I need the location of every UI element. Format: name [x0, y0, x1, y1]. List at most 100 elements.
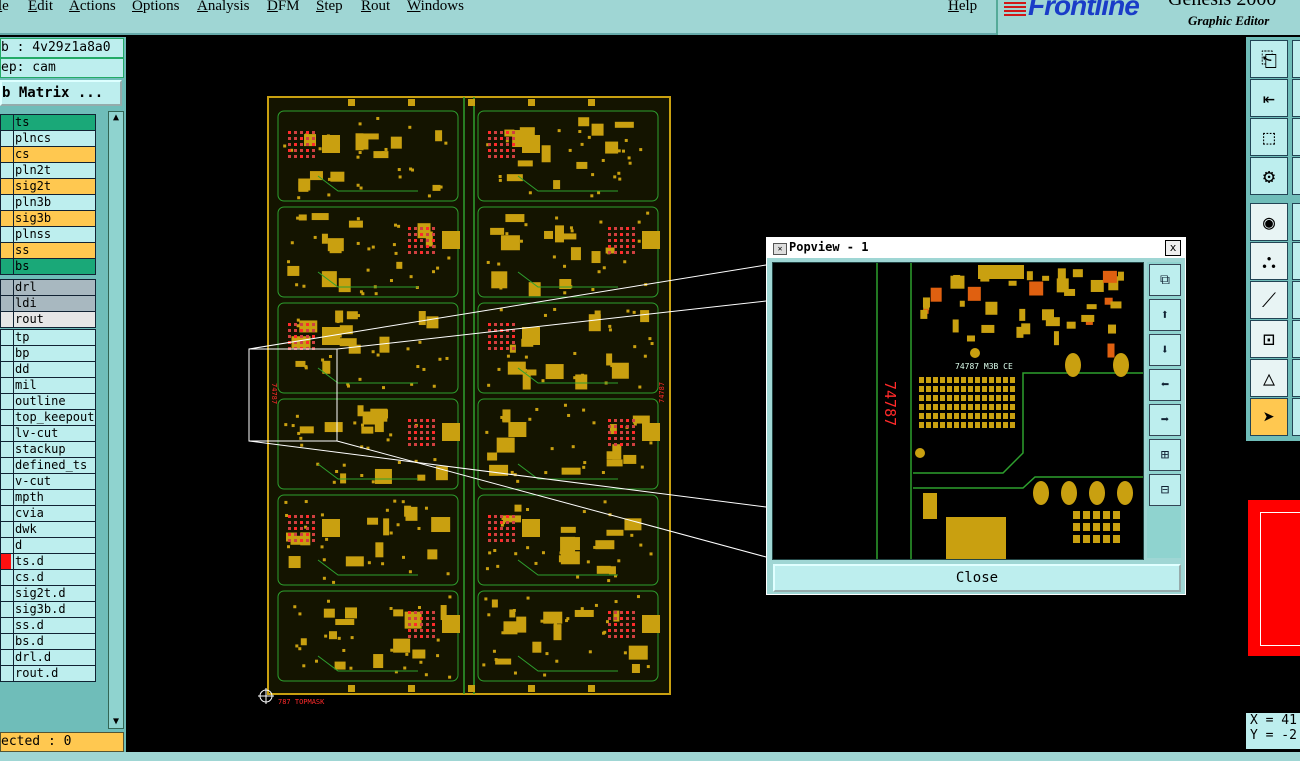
scroll-down-icon[interactable]: ▼	[109, 716, 123, 728]
layer-color-swatch[interactable]	[1, 330, 11, 345]
layer-color-swatch[interactable]	[1, 394, 11, 409]
nodes-icon[interactable]: ⛬	[1250, 242, 1288, 280]
layer-color-swatch[interactable]	[1, 426, 11, 441]
layer-item[interactable]: cs.d	[0, 569, 96, 586]
menu-rout[interactable]: Rout	[361, 0, 390, 15]
layer-item[interactable]: plnss	[0, 226, 96, 243]
menu-options[interactable]: Options	[132, 0, 180, 15]
layer-item[interactable]: cvia	[0, 505, 96, 522]
layer-item[interactable]: bs.d	[0, 633, 96, 650]
layer-item[interactable]: rout	[0, 311, 96, 328]
toolbar-overflow-button[interactable]	[1292, 157, 1300, 195]
layer-item[interactable]: ldi	[0, 295, 96, 312]
layer-item[interactable]: lv-cut	[0, 425, 96, 442]
zoom-in-icon[interactable]: ⊞	[1149, 439, 1181, 471]
layer-color-swatch[interactable]	[1, 666, 11, 681]
layer-color-swatch[interactable]	[1, 538, 11, 553]
layer-color-swatch[interactable]	[1, 115, 11, 130]
layer-item[interactable]: pln3b	[0, 194, 96, 211]
menu-edit[interactable]: Edit	[28, 0, 53, 15]
menu-help[interactable]: Help	[948, 0, 977, 15]
layer-color-swatch[interactable]	[1, 586, 11, 601]
layer-color-swatch[interactable]	[1, 506, 11, 521]
menu-actions[interactable]: Actions	[69, 0, 116, 15]
toolbar-overflow-button[interactable]	[1292, 320, 1300, 358]
layer-color-swatch[interactable]	[1, 195, 11, 210]
popview-zoom-view[interactable]: 74787 74787 M3B CE	[772, 262, 1144, 560]
layer-item[interactable]: rout.d	[0, 665, 96, 682]
layer-color-swatch[interactable]	[1, 442, 11, 457]
layer-item[interactable]: v-cut	[0, 473, 96, 490]
layer-color-swatch[interactable]	[1, 474, 11, 489]
layer-item[interactable]: ss.d	[0, 617, 96, 634]
layer-item[interactable]: sig3b.d	[0, 601, 96, 618]
layer-color-swatch[interactable]	[1, 147, 11, 162]
snap-icon[interactable]: ⊡	[1250, 320, 1288, 358]
layer-item[interactable]: sig2t.d	[0, 585, 96, 602]
layer-color-swatch[interactable]	[1, 211, 11, 226]
menu-file[interactable]: le	[0, 0, 9, 15]
layer-item[interactable]: d	[0, 537, 96, 554]
layer-item[interactable]: stackup	[0, 441, 96, 458]
layer-item[interactable]: cs	[0, 146, 96, 163]
toolbar-overflow-button[interactable]	[1292, 118, 1300, 156]
layer-item[interactable]: defined_ts	[0, 457, 96, 474]
menu-dfm[interactable]: DFM	[267, 0, 300, 15]
overview-preview[interactable]	[1248, 500, 1300, 656]
zoom-fit-icon[interactable]: ⧉	[1149, 264, 1181, 296]
pointer-icon[interactable]: ➤	[1250, 398, 1288, 436]
layer-item[interactable]: pln2t	[0, 162, 96, 179]
layer-color-swatch[interactable]	[1, 458, 11, 473]
toolbar-overflow-button[interactable]	[1292, 359, 1300, 397]
layer-item[interactable]: drl	[0, 279, 96, 296]
layer-item[interactable]: outline	[0, 393, 96, 410]
layer-color-swatch[interactable]	[1, 163, 11, 178]
toolbar-overflow-button[interactable]	[1292, 79, 1300, 117]
layer-item[interactable]: sig2t	[0, 178, 96, 195]
layer-color-swatch[interactable]	[1, 312, 11, 327]
draw-line-icon[interactable]: ⟋	[1250, 281, 1288, 319]
layer-item[interactable]: ts	[0, 114, 96, 131]
layer-color-swatch[interactable]	[1, 227, 11, 242]
layer-color-swatch[interactable]	[1, 410, 11, 425]
layer-list-scrollbar[interactable]: ▲ ▼	[108, 111, 124, 729]
layer-item[interactable]: drl.d	[0, 649, 96, 666]
layer-color-swatch[interactable]	[1, 650, 11, 665]
transform-icon[interactable]: ⬚	[1250, 118, 1288, 156]
layer-item[interactable]: mpth	[0, 489, 96, 506]
layer-item[interactable]: ss	[0, 242, 96, 259]
menu-analysis[interactable]: Analysis	[197, 0, 250, 15]
toolbar-overflow-button[interactable]	[1292, 242, 1300, 280]
layer-item[interactable]: sig3b	[0, 210, 96, 227]
layer-color-swatch[interactable]	[1, 618, 11, 633]
layer-color-swatch[interactable]	[1, 131, 11, 146]
layer-color-swatch[interactable]	[1, 179, 11, 194]
layer-color-swatch[interactable]	[1, 602, 11, 617]
layer-color-swatch[interactable]	[1, 522, 11, 537]
layer-color-swatch[interactable]	[1, 346, 11, 361]
job-matrix-button[interactable]: b Matrix ...	[0, 80, 122, 106]
toolbar-overflow-button[interactable]	[1292, 203, 1300, 241]
toolbar-overflow-button[interactable]	[1292, 40, 1300, 78]
layer-color-swatch[interactable]	[1, 296, 11, 311]
layer-color-swatch[interactable]	[1, 554, 11, 569]
toolbar-overflow-button[interactable]	[1292, 281, 1300, 319]
layer-item[interactable]: mil	[0, 377, 96, 394]
layer-color-swatch[interactable]	[1, 280, 11, 295]
paste-icon[interactable]: ⎗	[1250, 40, 1288, 78]
close-icon[interactable]: x	[1165, 240, 1181, 256]
layer-item[interactable]: tp	[0, 329, 96, 346]
menu-windows[interactable]: Windows	[407, 0, 464, 15]
layer-color-swatch[interactable]	[1, 259, 11, 274]
layer-item[interactable]: dwk	[0, 521, 96, 538]
layer-color-swatch[interactable]	[1, 362, 11, 377]
move-icon[interactable]: ⇤	[1250, 79, 1288, 117]
window-menu-icon[interactable]: ✕	[773, 243, 787, 255]
toolbar-overflow-button[interactable]	[1292, 398, 1300, 436]
layer-item[interactable]: ts.d	[0, 553, 96, 570]
pan-up-icon[interactable]: ⬆	[1149, 299, 1181, 331]
zoom-out-icon[interactable]: ⊟	[1149, 474, 1181, 506]
layer-color-swatch[interactable]	[1, 490, 11, 505]
pan-down-icon[interactable]: ⬇	[1149, 334, 1181, 366]
camera-icon[interactable]: ◉	[1250, 203, 1288, 241]
